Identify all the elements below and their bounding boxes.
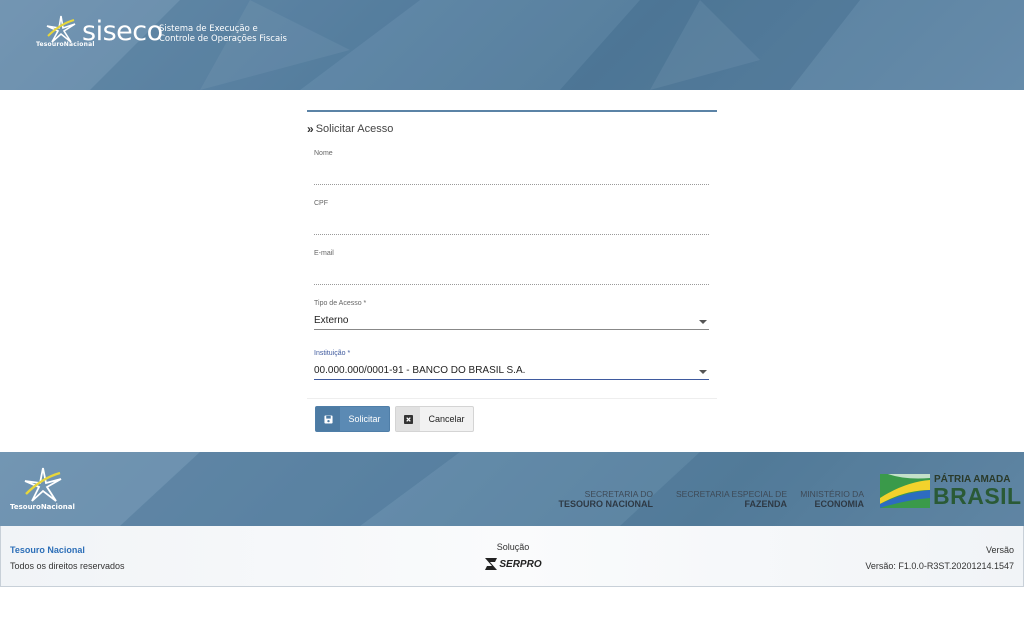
rights-text: Todos os direitos reservados (10, 561, 125, 571)
tesouro-star-icon (46, 15, 76, 43)
institutional-footer: TesouroNacional SECRETARIA DO TESOURO NA… (0, 452, 1024, 526)
save-icon (316, 407, 340, 431)
serpro-logo[interactable]: SERPRO (463, 557, 563, 571)
instituicao-value: 00.000.000/0001-91 - BANCO DO BRASIL S.A… (314, 365, 526, 376)
email-label: E-mail (314, 250, 334, 257)
brazil-flag-icon (880, 474, 930, 508)
patria-amada-brasil-logo[interactable]: PÁTRIA AMADA BRASIL (880, 474, 1021, 514)
double-chevron-right-icon: » (307, 122, 314, 136)
serpro-icon (485, 558, 498, 570)
solicitar-button[interactable]: Solicitar (315, 406, 390, 432)
solution-label: Solução (496, 542, 530, 552)
tesouro-nacional-brand: TesouroNacional (10, 503, 75, 511)
instituicao-field: Instituição * 00.000.000/0001-91 - BANCO… (314, 350, 716, 380)
app-description: Sistema de Execução e Controle de Operaç… (159, 24, 287, 44)
nome-input[interactable] (314, 169, 709, 185)
tesouro-nacional-link[interactable]: Tesouro Nacional (10, 542, 125, 558)
cancelar-button[interactable]: Cancelar (395, 406, 474, 432)
form-divider (307, 398, 717, 399)
email-input[interactable] (314, 269, 709, 285)
ministerio-economia-link[interactable]: MINISTÉRIO DA ECONOMIA (800, 489, 864, 509)
nome-label: Nome (314, 150, 333, 157)
footer-version: Versão Versão: F1.0.0-R3ST.20201214.1547 (865, 542, 1014, 574)
instituicao-select[interactable]: 00.000.000/0001-91 - BANCO DO BRASIL S.A… (314, 363, 709, 380)
caret-down-icon[interactable] (699, 370, 707, 374)
email-field: E-mail (314, 250, 716, 285)
version-label: Versão (985, 545, 1014, 555)
footer-background-pattern (0, 452, 1024, 526)
tipo-acesso-select[interactable]: Externo (314, 313, 709, 330)
cpf-field: CPF (314, 200, 716, 235)
request-access-form: » Solicitar Acesso Nome CPF E-mail Tipo … (307, 110, 717, 442)
page-footer: Tesouro Nacional Todos os direitos reser… (0, 526, 1024, 587)
tipo-acesso-label: Tipo de Acesso * (314, 300, 367, 307)
cpf-label: CPF (314, 200, 328, 207)
secretaria-tesouro-link[interactable]: SECRETARIA DO TESOURO NACIONAL (559, 489, 654, 509)
instituicao-label: Instituição * (314, 350, 351, 357)
app-header: TesouroNacional siseco Sistema de Execuç… (0, 0, 1024, 90)
secretaria-fazenda-link[interactable]: SECRETARIA ESPECIAL DE FAZENDA (676, 489, 787, 509)
form-title: » Solicitar Acesso (307, 122, 394, 136)
nome-field: Nome (314, 150, 716, 185)
tipo-acesso-field: Tipo de Acesso * Externo (314, 300, 716, 330)
tipo-acesso-value: Externo (314, 315, 349, 326)
caret-down-icon[interactable] (699, 320, 707, 324)
version-value: Versão: F1.0.0-R3ST.20201214.1547 (865, 561, 1014, 571)
close-box-icon (396, 407, 420, 431)
footer-solution: Solução SERPRO (463, 542, 563, 571)
cpf-input[interactable] (314, 219, 709, 235)
footer-org-info: Tesouro Nacional Todos os direitos reser… (10, 542, 125, 574)
tesouro-star-icon (24, 467, 62, 502)
app-name: siseco (82, 16, 163, 47)
tesouro-nacional-logo[interactable]: TesouroNacional (10, 466, 80, 516)
